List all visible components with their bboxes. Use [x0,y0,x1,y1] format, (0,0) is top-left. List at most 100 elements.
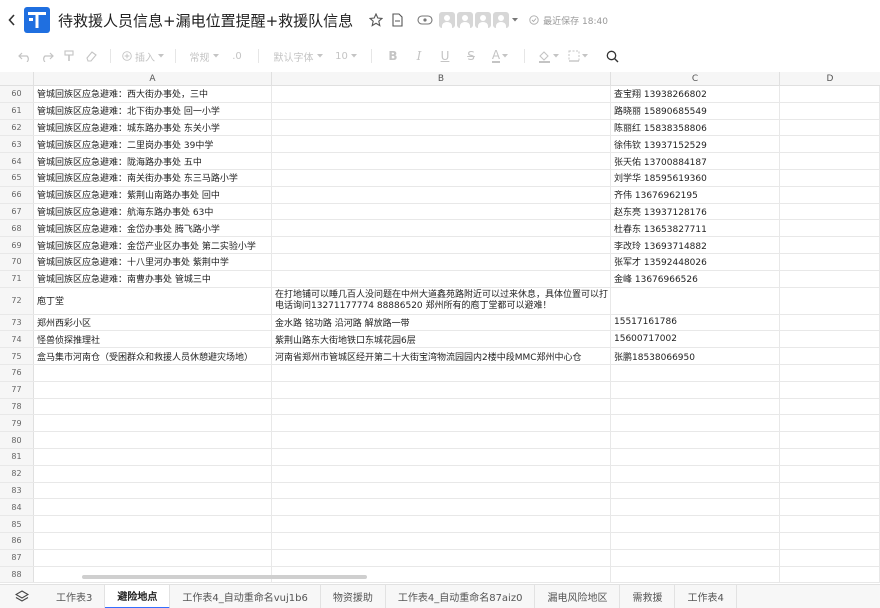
border-button[interactable] [563,44,593,68]
cell-d[interactable] [780,381,880,398]
column-header-a[interactable]: A [34,72,272,86]
cell-b[interactable] [272,270,611,287]
row-number[interactable]: 86 [0,532,34,549]
row-number[interactable]: 84 [0,499,34,516]
undo-button[interactable] [14,44,36,68]
column-header-b[interactable]: B [272,72,611,86]
cell-b[interactable] [272,482,611,499]
sheet-tab[interactable]: 工作表3 [44,584,106,608]
search-button[interactable] [597,44,627,68]
row-number[interactable]: 70 [0,253,34,270]
cell-d[interactable] [780,186,880,203]
row-number[interactable]: 60 [0,86,34,102]
cell-d[interactable] [780,549,880,566]
collaborator-avatars[interactable] [439,12,519,28]
cell-a[interactable]: 管城回族区应急避难：十八里河办事处 紫荆中学 [34,253,272,270]
cell-a[interactable]: 管城回族区应急避难：紫荆山南路办事处 回中 [34,186,272,203]
row-number[interactable]: 85 [0,516,34,532]
cell-b[interactable] [272,220,611,237]
cell-d[interactable] [780,102,880,119]
collaboration-icon[interactable] [417,14,433,26]
cell-c[interactable] [611,364,780,381]
cell-c[interactable]: 张军才 13592448026 [611,253,780,270]
cell-b[interactable] [272,465,611,482]
cell-d[interactable] [780,482,880,499]
cell-a[interactable] [34,432,272,448]
cell-b[interactable]: 金水路 铭功路 沿河路 解放路一带 [272,314,611,331]
cell-c[interactable]: 金峰 13676966526 [611,270,780,287]
cell-a[interactable]: 管城回族区应急避难：南曹办事处 管城三中 [34,270,272,287]
cell-b[interactable] [272,119,611,136]
cell-d[interactable] [780,136,880,153]
cell-d[interactable] [780,119,880,136]
cell-b[interactable] [272,253,611,270]
cell-d[interactable] [780,398,880,415]
decimal-button[interactable]: .0 [224,44,250,68]
cell-c[interactable]: 杜春东 13653827711 [611,220,780,237]
font-family-select[interactable]: 默认字体 [267,44,329,68]
cell-a[interactable]: 管城回族区应急避难：南关街办事处 东三马路小学 [34,169,272,186]
row-number[interactable]: 88 [0,566,34,583]
cell-b[interactable] [272,169,611,186]
cell-d[interactable] [780,516,880,532]
row-number[interactable]: 64 [0,153,34,169]
select-all-corner[interactable] [0,72,34,86]
redo-button[interactable] [36,44,58,68]
row-number[interactable]: 81 [0,448,34,465]
cell-b[interactable] [272,86,611,102]
horizontal-scrollbar[interactable] [82,575,367,579]
cell-c[interactable] [611,448,780,465]
column-header-c[interactable]: C [611,72,780,86]
cell-c[interactable] [611,381,780,398]
cell-d[interactable] [780,532,880,549]
avatar[interactable] [439,12,456,28]
cell-b[interactable]: 河南省郑州市管城区经开第二十大街宝湾物流园园内2楼中段MMC郑州中心仓 [272,348,611,364]
cell-b[interactable] [272,432,611,448]
cell-d[interactable] [780,499,880,516]
cell-a[interactable] [34,364,272,381]
number-format-select[interactable]: 常规 [184,44,224,68]
cell-d[interactable] [780,253,880,270]
avatar[interactable] [457,12,474,28]
cell-b[interactable] [272,415,611,432]
cell-b[interactable] [272,102,611,119]
cell-c[interactable]: 刘学华 18595619360 [611,169,780,186]
cell-a[interactable] [34,482,272,499]
strikethrough-button[interactable]: S [458,44,484,68]
cell-a[interactable]: 庖丁堂 [34,287,272,314]
cell-c[interactable] [611,287,780,314]
cell-c[interactable]: 15517161786 [611,314,780,331]
avatar[interactable] [493,12,510,28]
cell-c[interactable] [611,516,780,532]
cell-c[interactable]: 张鹏18538066950 [611,348,780,364]
fill-color-button[interactable] [533,44,563,68]
cell-d[interactable] [780,86,880,102]
cell-c[interactable] [611,398,780,415]
row-number[interactable]: 72 [0,287,34,314]
row-number[interactable]: 67 [0,203,34,220]
row-number[interactable]: 76 [0,364,34,381]
row-number[interactable]: 75 [0,348,34,364]
cell-d[interactable] [780,169,880,186]
cell-c[interactable] [611,465,780,482]
row-number[interactable]: 63 [0,136,34,153]
cell-d[interactable] [780,153,880,169]
cell-a[interactable] [34,499,272,516]
cell-c[interactable]: 齐伟 13676962195 [611,186,780,203]
cell-c[interactable]: 陈丽红 15838358806 [611,119,780,136]
italic-button[interactable]: I [406,44,432,68]
cell-b[interactable] [272,381,611,398]
row-number[interactable]: 83 [0,482,34,499]
cell-c[interactable]: 路晓丽 15890685549 [611,102,780,119]
cell-b[interactable] [272,153,611,169]
sheet-tab[interactable]: 物资援助 [321,584,386,608]
row-number[interactable]: 87 [0,549,34,566]
sheet-tab[interactable]: 工作表4_自动重命名87aiz0 [386,584,536,608]
row-number[interactable]: 69 [0,237,34,253]
cell-a[interactable] [34,532,272,549]
cell-b[interactable] [272,532,611,549]
sheet-tab[interactable]: 避险地点 [105,584,171,608]
cell-c[interactable] [611,549,780,566]
row-number[interactable]: 61 [0,102,34,119]
row-number[interactable]: 82 [0,465,34,482]
